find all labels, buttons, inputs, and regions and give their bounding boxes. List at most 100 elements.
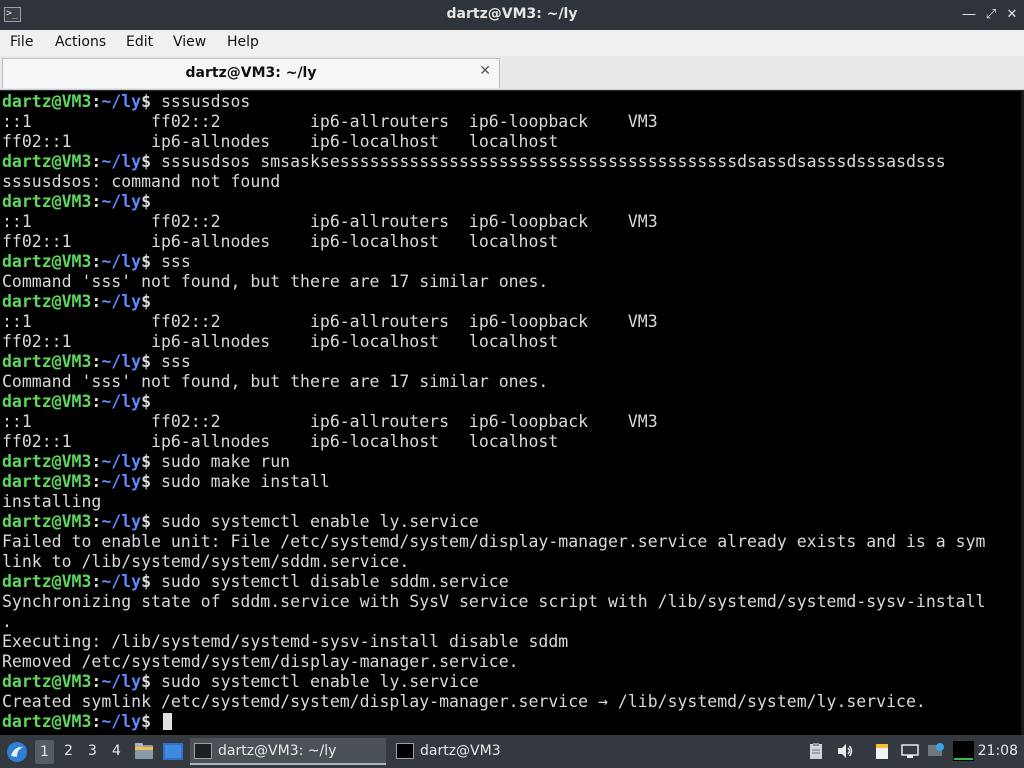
- output-text: Removed /etc/systemd/system/display-mana…: [2, 652, 519, 671]
- menu-edit[interactable]: Edit: [126, 34, 153, 50]
- prompt-separator: :: [91, 92, 102, 111]
- terminal-prompt-line: dartz@VM3:~/ly$ sudo make install: [2, 472, 985, 492]
- output-text: Command 'sss' not found, but there are 1…: [2, 372, 549, 391]
- tab-close-icon[interactable]: ✕: [479, 63, 491, 79]
- output-text: Executing: /lib/systemd/systemd-sysv-ins…: [2, 632, 569, 651]
- prompt-separator: :: [91, 572, 102, 591]
- output-text: ff02::1 ip6-allnodes ip6-localhost local…: [2, 332, 559, 351]
- prompt-separator: :: [91, 252, 102, 271]
- output-text: Failed to enable unit: File /etc/systemd…: [2, 532, 986, 551]
- terminal-prompt-line: dartz@VM3:~/ly$ sudo make run: [2, 452, 985, 472]
- menu-help[interactable]: Help: [227, 34, 259, 50]
- clipboard-icon[interactable]: [807, 742, 825, 760]
- prompt-path: ~/ly: [101, 392, 142, 411]
- workspace-4[interactable]: 4: [112, 743, 121, 759]
- command-text: sssusdsos smsasksessssssssssssssssssssss…: [151, 152, 946, 171]
- start-menu-icon[interactable]: [6, 741, 28, 763]
- workspace-1[interactable]: 1: [35, 740, 54, 764]
- window-title: dartz@VM3: ~/ly: [446, 6, 578, 22]
- terminal-prompt-line: dartz@VM3:~/ly$ sss: [2, 252, 985, 272]
- prompt-symbol: $: [141, 92, 152, 111]
- prompt-separator: :: [91, 712, 102, 731]
- terminal-lines: dartz@VM3:~/ly$ sssusdsos::1 ff02::2 ip6…: [2, 92, 985, 732]
- prompt-symbol: $: [141, 452, 152, 471]
- terminal-prompt-line: dartz@VM3:~/ly$ sssusdsos smsasksessssss…: [2, 152, 985, 172]
- prompt-path: ~/ly: [101, 192, 142, 211]
- prompt-separator: :: [91, 392, 102, 411]
- terminal-output-line: Synchronizing state of sddm.service with…: [2, 592, 985, 612]
- terminal-output-line: .: [2, 612, 985, 632]
- network-icon[interactable]: [901, 742, 919, 760]
- show-desktop-icon[interactable]: [163, 743, 183, 760]
- output-text: ::1 ff02::2 ip6-allrouters ip6-loopback …: [2, 312, 658, 331]
- terminal-task-icon: [194, 743, 212, 759]
- close-button[interactable]: ✕: [1003, 6, 1021, 24]
- taskbar: 1 2 3 4 dartz@VM3: ~/ly dartz@VM3 21:08: [0, 735, 1024, 768]
- command-text: sudo systemctl enable ly.service: [151, 512, 479, 531]
- terminal-output-line: ff02::1 ip6-allnodes ip6-localhost local…: [2, 232, 985, 252]
- workspace-3[interactable]: 3: [88, 743, 97, 759]
- minimize-button[interactable]: ―: [960, 6, 978, 24]
- terminal-prompt-line: dartz@VM3:~/ly$: [2, 192, 985, 212]
- terminal-output-line: ::1 ff02::2 ip6-allrouters ip6-loopback …: [2, 212, 985, 232]
- prompt-symbol: $: [141, 572, 152, 591]
- output-text: ff02::1 ip6-allnodes ip6-localhost local…: [2, 232, 559, 251]
- menu-actions[interactable]: Actions: [55, 34, 106, 50]
- menu-bar: File Actions Edit View Help: [0, 30, 1024, 56]
- prompt-separator: :: [91, 292, 102, 311]
- prompt-user-host: dartz@VM3: [2, 352, 92, 371]
- workspace-2[interactable]: 2: [64, 743, 73, 759]
- output-text: ::1 ff02::2 ip6-allrouters ip6-loopback …: [2, 212, 658, 231]
- terminal-prompt-line: dartz@VM3:~/ly$ sudo systemctl enable ly…: [2, 512, 985, 532]
- command-text: sss: [151, 252, 191, 271]
- prompt-path: ~/ly: [101, 452, 142, 471]
- terminal-output-line: ff02::1 ip6-allnodes ip6-localhost local…: [2, 432, 985, 452]
- notes-icon[interactable]: [873, 742, 891, 760]
- output-text: ff02::1 ip6-allnodes ip6-localhost local…: [2, 132, 559, 151]
- prompt-path: ~/ly: [101, 512, 142, 531]
- terminal-output[interactable]: dartz@VM3:~/ly$ sssusdsos::1 ff02::2 ip6…: [0, 91, 1024, 735]
- cpu-monitor-icon[interactable]: [953, 741, 974, 761]
- prompt-user-host: dartz@VM3: [2, 712, 92, 731]
- prompt-path: ~/ly: [101, 472, 142, 491]
- prompt-separator: :: [91, 192, 102, 211]
- output-text: ff02::1 ip6-allnodes ip6-localhost local…: [2, 432, 559, 451]
- terminal-prompt-line: dartz@VM3:~/ly$ sss: [2, 352, 985, 372]
- prompt-symbol: $: [141, 672, 152, 691]
- prompt-separator: :: [91, 472, 102, 491]
- prompt-separator: :: [91, 352, 102, 371]
- output-text: Created symlink /etc/systemd/system/disp…: [2, 692, 926, 711]
- terminal-prompt-line: dartz@VM3:~/ly$ sssusdsos: [2, 92, 985, 112]
- terminal-output-line: Failed to enable unit: File /etc/systemd…: [2, 532, 985, 552]
- terminal-output-line: ff02::1 ip6-allnodes ip6-localhost local…: [2, 132, 985, 152]
- prompt-user-host: dartz@VM3: [2, 192, 92, 211]
- output-text: ::1 ff02::2 ip6-allrouters ip6-loopback …: [2, 112, 658, 131]
- prompt-path: ~/ly: [101, 292, 142, 311]
- terminal-prompt-line: dartz@VM3:~/ly$: [2, 712, 985, 732]
- tab-terminal[interactable]: dartz@VM3: ~/ly ✕: [2, 58, 500, 88]
- update-notifier-icon[interactable]: [927, 742, 945, 760]
- menu-file[interactable]: File: [10, 34, 33, 50]
- output-text: Synchronizing state of sddm.service with…: [2, 592, 986, 611]
- clock[interactable]: 21:08: [978, 743, 1018, 759]
- terminal-output-line: Removed /etc/systemd/system/display-mana…: [2, 652, 985, 672]
- task-terminal-ly[interactable]: dartz@VM3: ~/ly: [190, 738, 386, 765]
- terminal-prompt-line: dartz@VM3:~/ly$: [2, 292, 985, 312]
- maximize-button[interactable]: ⤢: [982, 6, 1000, 24]
- prompt-symbol: $: [141, 512, 152, 531]
- terminal-output-line: Created symlink /etc/systemd/system/disp…: [2, 692, 985, 712]
- volume-icon[interactable]: [836, 742, 854, 760]
- prompt-symbol: $: [141, 712, 152, 731]
- terminal-output-line: installing: [2, 492, 985, 512]
- prompt-path: ~/ly: [101, 572, 142, 591]
- prompt-user-host: dartz@VM3: [2, 512, 92, 531]
- prompt-user-host: dartz@VM3: [2, 92, 92, 111]
- file-manager-icon[interactable]: [134, 742, 154, 760]
- menu-view[interactable]: View: [173, 34, 206, 50]
- task-terminal-vm3[interactable]: dartz@VM3: [392, 738, 552, 765]
- prompt-separator: :: [91, 512, 102, 531]
- prompt-user-host: dartz@VM3: [2, 392, 92, 411]
- terminal-output-line: ::1 ff02::2 ip6-allrouters ip6-loopback …: [2, 112, 985, 132]
- task-label: dartz@VM3: [420, 743, 501, 759]
- output-text: ::1 ff02::2 ip6-allrouters ip6-loopback …: [2, 412, 658, 431]
